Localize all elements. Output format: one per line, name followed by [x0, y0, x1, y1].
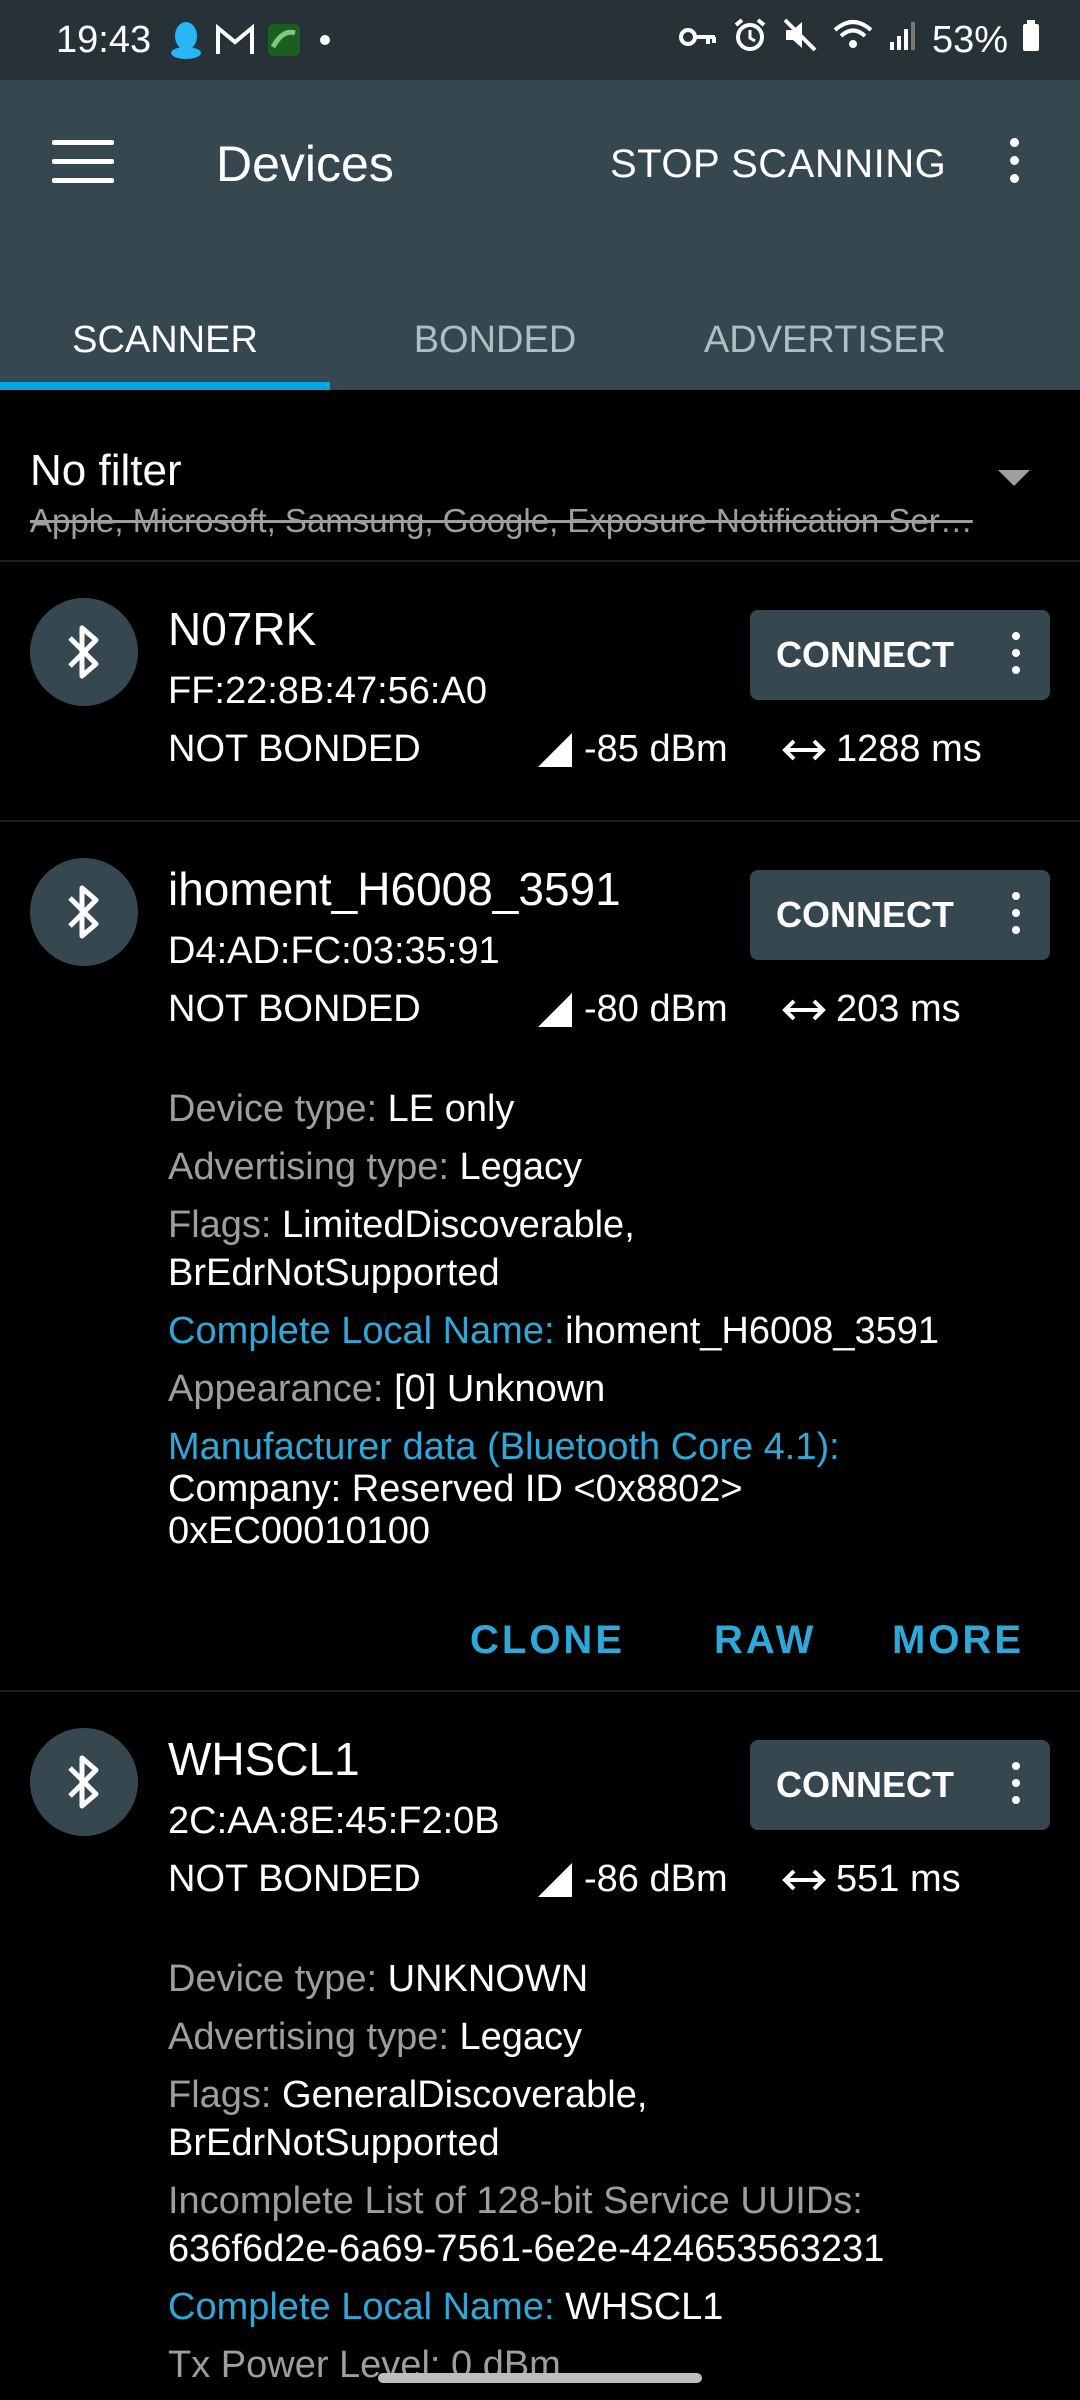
device-mac: 2C:AA:8E:45:F2:0B [168, 1800, 500, 1842]
clone-button[interactable]: CLONE [470, 1618, 625, 1663]
device-menu-icon[interactable] [1012, 632, 1020, 674]
tab-bar: SCANNER BONDED ADVERTISER [0, 290, 1080, 390]
appearance-row: Appearance: [0] Unknown [168, 1368, 606, 1410]
manufacturer-company: Company: Reserved ID <0x8802> [168, 1468, 743, 1510]
device-menu-icon[interactable] [1012, 1762, 1020, 1804]
local-name-row: Complete Local Name: ihoment_H6008_3591 [168, 1310, 940, 1352]
battery-text: 53% [931, 18, 1008, 61]
interval-value: 551 ms [836, 1858, 961, 1900]
connect-label: CONNECT [776, 1764, 954, 1805]
interval-value: 1288 ms [836, 728, 982, 770]
device-type-row: Device type: LE only [168, 1088, 515, 1130]
rssi-readout: -85 dBm [536, 728, 728, 771]
bond-state: NOT BONDED [168, 988, 421, 1030]
rssi-value: -80 dBm [584, 988, 728, 1030]
bluetooth-icon [30, 598, 138, 706]
interval-readout: 551 ms [782, 1858, 961, 1901]
device-type-row: Device type: UNKNOWN [168, 1958, 589, 2000]
app-icon [267, 23, 301, 57]
status-bar: 19:43 53% [0, 0, 1080, 80]
advertising-type-row: Advertising type: Legacy [168, 2016, 583, 2058]
signal-strength-icon [538, 992, 572, 1027]
device-row[interactable]: N07RK FF:22:8B:47:56:A0 NOT BONDED -85 d… [0, 560, 1080, 822]
service-uuids-label: Incomplete List of 128-bit Service UUIDs… [168, 2180, 863, 2222]
interval-arrows-icon [782, 1869, 826, 1890]
dropdown-arrow-icon [998, 470, 1030, 486]
tab-scanner[interactable]: SCANNER [0, 290, 330, 390]
advertising-details: Device type: UNKNOWN Advertising type: L… [168, 1955, 1048, 2389]
device-name: WHSCL1 [168, 1733, 360, 1785]
device-mac: FF:22:8B:47:56:A0 [168, 670, 487, 712]
rssi-value: -86 dBm [584, 1858, 728, 1900]
flags-row-continued: BrEdrNotSupported [168, 2122, 500, 2164]
bluetooth-icon [30, 1728, 138, 1836]
device-menu-icon[interactable] [1012, 892, 1020, 934]
local-name-row: Complete Local Name: WHSCL1 [168, 2286, 724, 2328]
bluetooth-icon [30, 858, 138, 966]
connect-button[interactable]: CONNECT [750, 610, 1050, 700]
bond-state: NOT BONDED [168, 1858, 421, 1900]
connect-button[interactable]: CONNECT [750, 1740, 1050, 1830]
advertising-type-row: Advertising type: Legacy [168, 1146, 583, 1188]
device-mac: D4:AD:FC:03:35:91 [168, 930, 500, 972]
gmail-icon [215, 24, 255, 56]
service-uuids-value: 636f6d2e-6a69-7561-6e2e-424653563231 [168, 2228, 885, 2270]
stop-scanning-button[interactable]: STOP SCANNING [610, 142, 946, 187]
mute-icon [782, 17, 818, 63]
alarm-icon [732, 17, 768, 63]
manufacturer-data-label: Manufacturer data (Bluetooth Core 4.1): [168, 1426, 840, 1468]
filter-selector[interactable]: No filter Apple, Microsoft, Samsung, Goo… [0, 390, 1080, 562]
qq-icon [169, 20, 203, 60]
raw-button[interactable]: RAW [714, 1618, 816, 1663]
manufacturer-data-value: 0xEC00010100 [168, 1510, 430, 1552]
device-name: ihoment_H6008_3591 [168, 863, 621, 915]
vpn-key-icon [678, 19, 718, 62]
app-bar: Devices STOP SCANNING SCANNER BONDED ADV… [0, 80, 1080, 390]
tab-advertiser[interactable]: ADVERTISER [660, 290, 990, 390]
interval-arrows-icon [782, 739, 826, 760]
signal-icon [888, 19, 918, 62]
interval-value: 203 ms [836, 988, 961, 1030]
flags-row: Flags: GeneralDiscoverable, [168, 2074, 648, 2116]
interval-readout: 1288 ms [782, 728, 982, 771]
gesture-navigation-bar[interactable] [378, 2373, 702, 2383]
device-row[interactable]: WHSCL1 2C:AA:8E:45:F2:0B NOT BONDED -86 … [0, 1690, 1080, 2400]
battery-icon [1022, 19, 1040, 62]
signal-strength-icon [538, 732, 572, 767]
connect-label: CONNECT [776, 634, 954, 675]
filter-subtitle: Apple, Microsoft, Samsung, Google, Expos… [30, 502, 973, 539]
bond-state: NOT BONDED [168, 728, 421, 770]
flags-row-continued: BrEdrNotSupported [168, 1252, 500, 1294]
menu-icon[interactable] [52, 140, 114, 188]
device-actions: CLONE RAW MORE [0, 1618, 1080, 1690]
flags-row: Flags: LimitedDiscoverable, [168, 1204, 635, 1246]
signal-strength-icon [538, 1862, 572, 1897]
advertising-details: Device type: LE only Advertising type: L… [168, 1085, 1048, 1555]
rssi-readout: -80 dBm [536, 988, 728, 1031]
tab-bonded[interactable]: BONDED [330, 290, 660, 390]
dot-icon [313, 28, 337, 52]
interval-readout: 203 ms [782, 988, 961, 1031]
interval-arrows-icon [782, 999, 826, 1020]
wifi-icon [832, 18, 874, 62]
connect-button[interactable]: CONNECT [750, 870, 1050, 960]
more-button[interactable]: MORE [892, 1618, 1024, 1663]
status-time: 19:43 [56, 18, 152, 61]
device-name: N07RK [168, 603, 317, 655]
rssi-readout: -86 dBm [536, 1858, 728, 1901]
page-title: Devices [216, 136, 394, 192]
connect-label: CONNECT [776, 894, 954, 935]
rssi-value: -85 dBm [584, 728, 728, 770]
more-options-icon[interactable] [996, 138, 1032, 198]
filter-title: No filter [30, 446, 182, 495]
device-row[interactable]: ihoment_H6008_3591 D4:AD:FC:03:35:91 NOT… [0, 820, 1080, 1692]
